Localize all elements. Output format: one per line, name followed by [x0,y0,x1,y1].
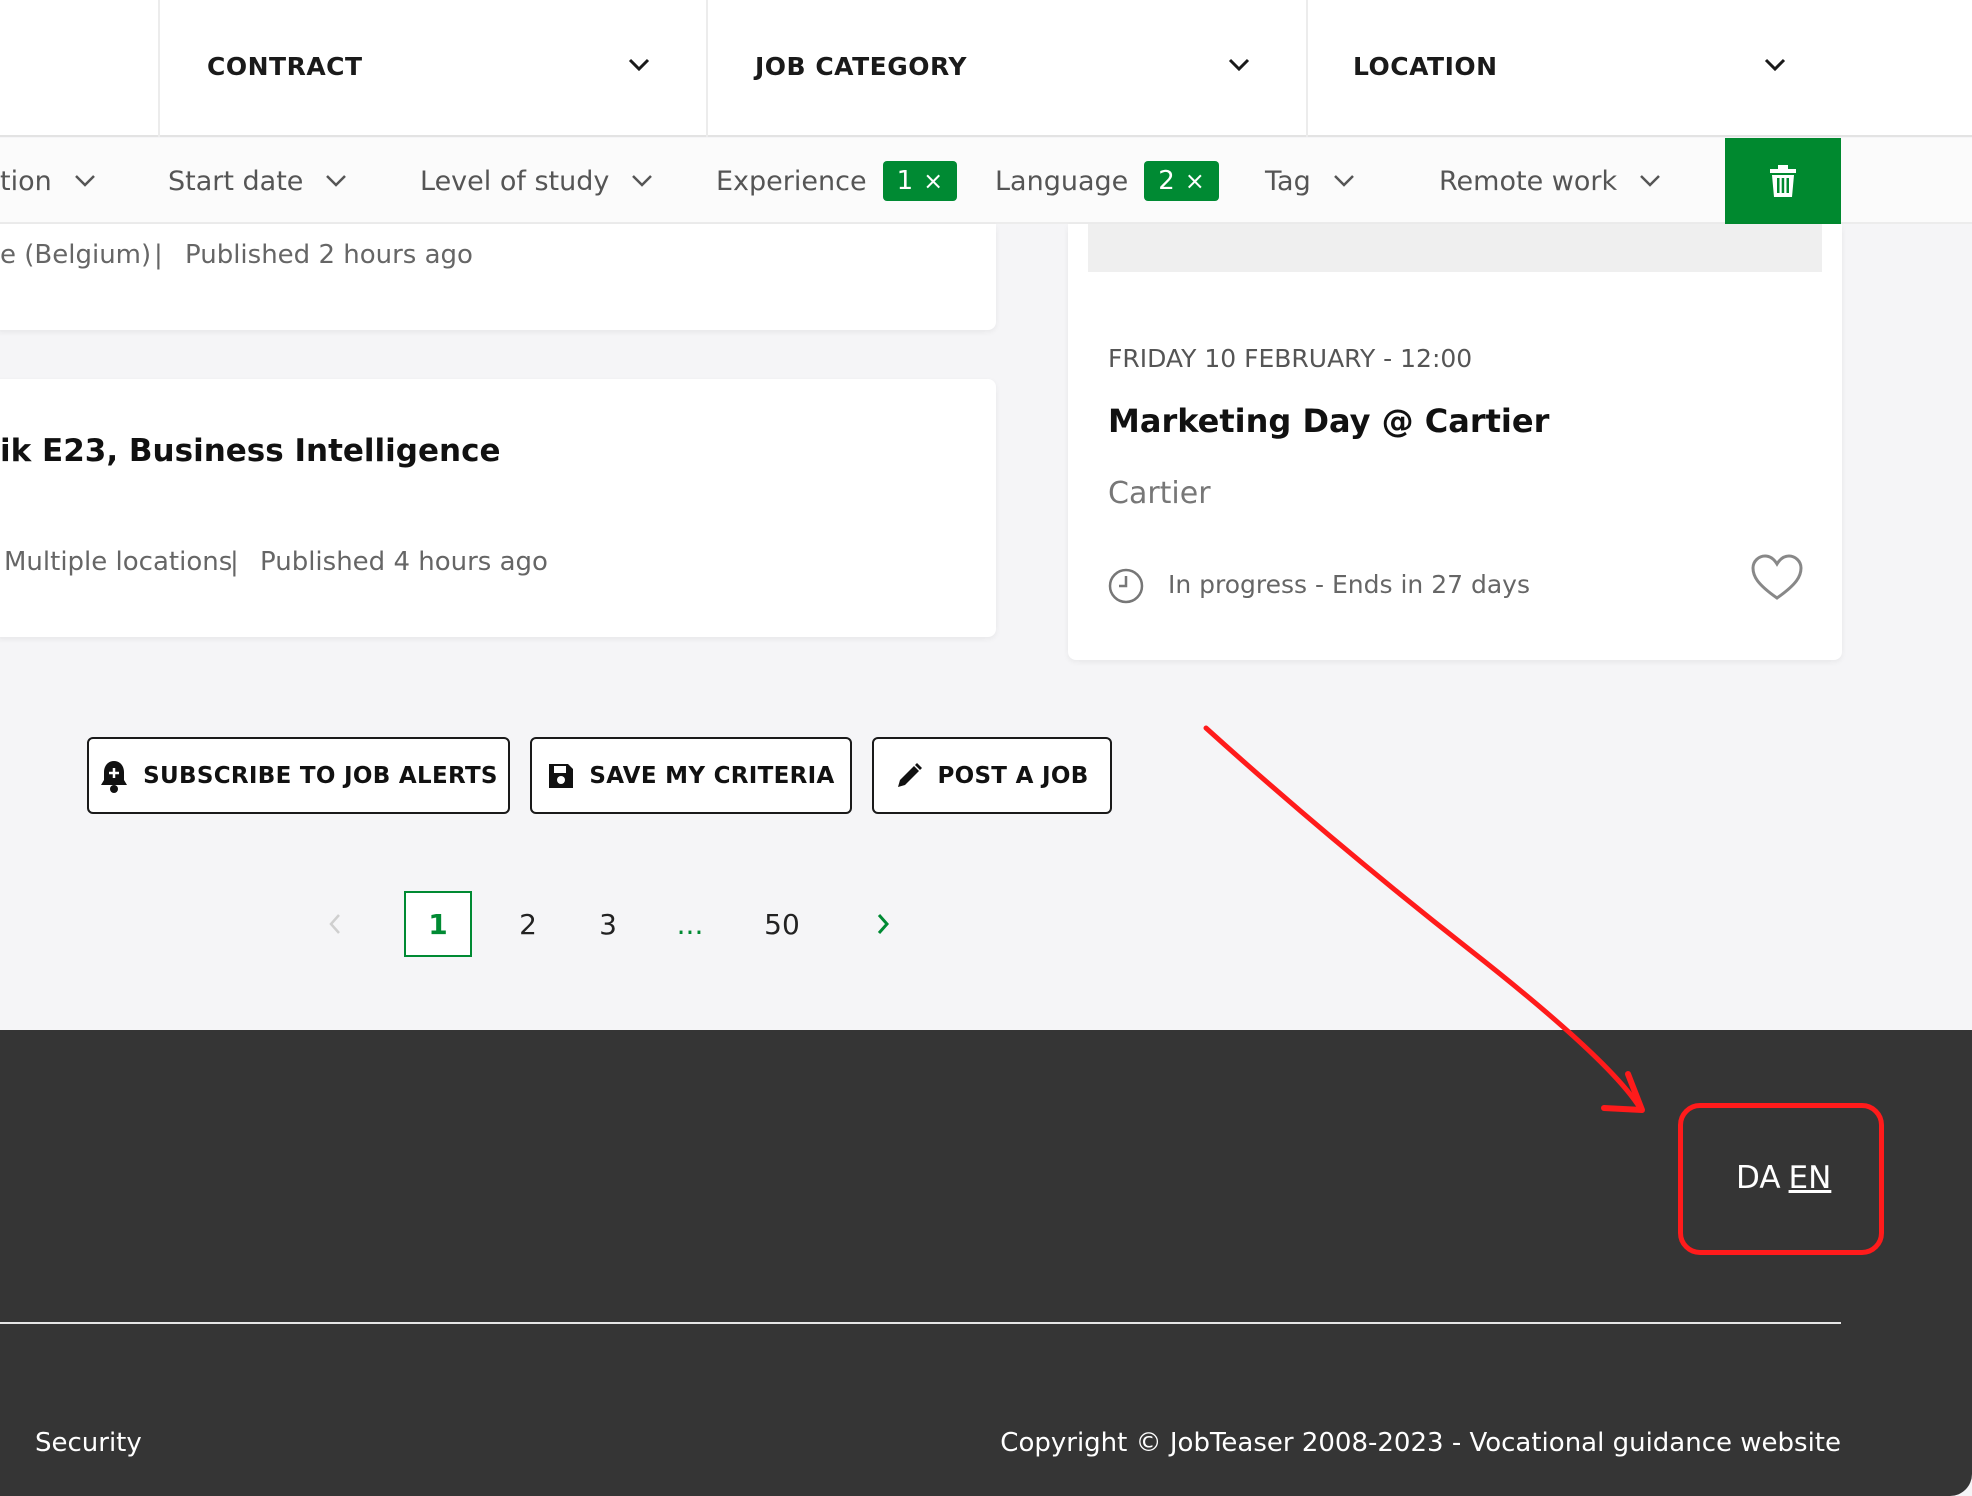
page-50-button[interactable]: 50 [750,891,814,957]
filter-label: tion [0,165,52,197]
remote-work-filter[interactable]: Remote work [1439,138,1661,224]
page-ellipsis: ... [676,907,704,941]
chevron-down-icon [74,175,95,187]
filter-label: Experience [716,165,867,197]
job-location: e (Belgium) [0,240,152,270]
chevron-left-icon [329,914,340,934]
job-published: Published 2 hours ago [185,240,473,270]
event-date: FRIDAY 10 FEBRUARY - 12:00 [1108,344,1473,373]
location-dropdown[interactable]: LOCATION [1306,0,1972,137]
close-icon[interactable]: × [923,167,943,195]
page-3-button[interactable]: 3 [584,891,632,957]
button-label: POST A JOB [937,762,1089,789]
floppy-disk-icon [549,763,574,788]
event-title[interactable]: Marketing Day @ Cartier [1108,402,1549,440]
post-a-job-button[interactable]: POST A JOB [872,737,1112,814]
chevron-down-icon [628,58,650,72]
event-status: In progress - Ends in 27 days [1168,570,1530,599]
filter-label: Language [995,165,1129,197]
job-category-label: JOB CATEGORY [755,52,967,81]
prev-page-button[interactable] [320,891,350,957]
contract-dropdown[interactable]: CONTRACT [158,0,706,137]
contract-label: CONTRACT [207,52,363,81]
location-label: LOCATION [1353,52,1498,81]
start-date-filter[interactable]: Start date [168,138,347,224]
job-card[interactable]: e (Belgium) | Published 2 hours ago [0,224,996,330]
chevron-down-icon [326,175,347,187]
trash-icon [1770,165,1796,197]
job-card[interactable]: ik E23, Business Intelligence Multiple l… [0,379,996,637]
filter-label: Start date [168,165,304,197]
footer-divider [0,1322,1841,1324]
meta-separator: | [154,240,163,270]
experience-filter[interactable]: Experience 1 × [716,138,958,224]
copyright-text: Copyright © JobTeaser 2008-2023 - Vocati… [1000,1428,1841,1458]
pencil-icon [898,762,923,787]
tag-filter[interactable]: Tag [1265,138,1355,224]
subscribe-job-alerts-button[interactable]: SUBSCRIBE TO JOB ALERTS [87,737,510,814]
footer [0,1030,1972,1496]
filter-label: Remote work [1439,165,1618,197]
event-card[interactable]: FRIDAY 10 FEBRUARY - 12:00 Marketing Day… [1068,224,1842,660]
button-label: SUBSCRIBE TO JOB ALERTS [143,762,498,789]
job-published: Published 4 hours ago [260,547,548,577]
language-count-badge[interactable]: 2 × [1144,161,1219,201]
security-link[interactable]: Security [35,1428,142,1458]
chevron-down-icon [1333,175,1354,187]
save-criteria-button[interactable]: SAVE MY CRITERIA [530,737,852,814]
annotation-highlight-box [1678,1103,1884,1255]
bell-plus-icon [101,760,128,793]
heart-icon[interactable] [1751,554,1803,602]
filter-partial[interactable]: tion [0,138,96,224]
button-label: SAVE MY CRITERIA [589,762,835,789]
job-location: Multiple locations [4,547,233,577]
top-filter-bar: CONTRACT JOB CATEGORY LOCATION [0,0,1972,137]
next-page-button[interactable] [868,891,898,957]
page-2-button[interactable]: 2 [504,891,552,957]
meta-separator: | [230,547,239,577]
chevron-down-icon [632,175,653,187]
experience-count-badge[interactable]: 1 × [882,161,958,201]
top-filter-partial[interactable] [0,0,158,137]
chevron-right-icon [877,914,890,934]
filter-label: Tag [1265,165,1311,197]
job-category-dropdown[interactable]: JOB CATEGORY [706,0,1306,137]
page-1-button[interactable]: 1 [404,891,472,957]
chevron-down-icon [1228,58,1250,72]
event-company: Cartier [1108,476,1211,511]
level-of-study-filter[interactable]: Level of study [420,138,653,224]
language-filter[interactable]: Language 2 × [995,138,1219,224]
chevron-down-icon [1640,175,1660,187]
close-icon[interactable]: × [1185,167,1205,195]
job-title[interactable]: ik E23, Business Intelligence [0,433,501,469]
chevron-down-icon [1764,58,1786,72]
clock-icon [1108,568,1144,604]
filter-label: Level of study [420,165,610,197]
clear-filters-button[interactable] [1725,138,1841,224]
event-image [1088,224,1822,272]
